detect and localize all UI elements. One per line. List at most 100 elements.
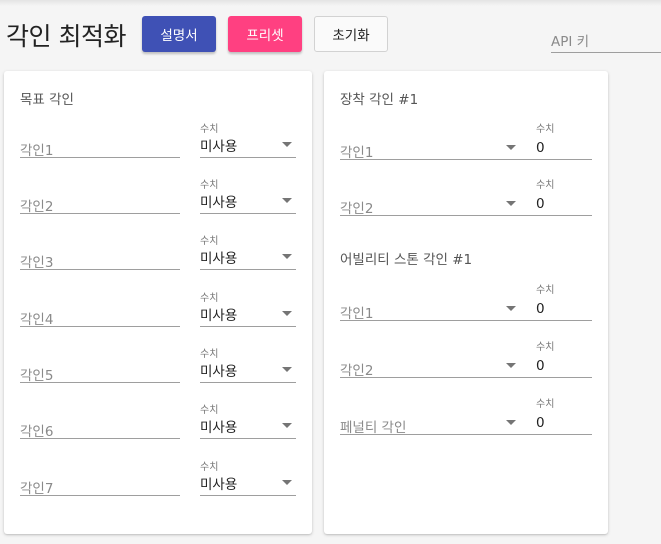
dropdown-arrow-icon — [506, 201, 516, 206]
input-underline — [520, 215, 592, 216]
equipped-engraving-card: 장착 각인 #1 각인1 수치 0 각인2 수치 0 어빌리티 스톤 각인 #1… — [324, 71, 608, 534]
dropdown-arrow-icon — [506, 145, 516, 150]
target-engraving-row-2: 각인2 수치 미사용 — [20, 180, 296, 215]
value-text: 미사용 — [200, 139, 238, 155]
select-underline — [340, 434, 520, 435]
engraving-name-select[interactable] — [340, 186, 520, 216]
select-underline — [200, 382, 296, 383]
target-engraving-title: 목표 각인 — [20, 92, 74, 108]
select-underline — [340, 215, 520, 216]
select-underline — [200, 213, 296, 214]
value-text: 0 — [536, 358, 545, 374]
dropdown-arrow-icon — [506, 420, 516, 425]
value-input[interactable]: 수치 0 — [520, 338, 592, 378]
value-text: 미사용 — [200, 420, 238, 436]
dropdown-arrow-icon — [506, 363, 516, 368]
value-select[interactable]: 수치 미사용 — [200, 458, 296, 496]
reset-button[interactable]: 초기화 — [314, 16, 388, 52]
value-label: 수치 — [200, 405, 219, 416]
value-input[interactable]: 수치 0 — [520, 176, 592, 216]
row-label: 각인6 — [20, 424, 54, 440]
value-input[interactable]: 수치 0 — [520, 281, 592, 321]
value-text: 미사용 — [200, 477, 238, 493]
row-label: 각인5 — [20, 368, 54, 384]
value-text: 미사용 — [200, 251, 238, 267]
dropdown-arrow-icon — [282, 254, 292, 259]
equipped-engraving-title: 장착 각인 #1 — [340, 92, 419, 108]
manual-button[interactable]: 설명서 — [142, 16, 216, 52]
dropdown-arrow-icon — [282, 142, 292, 147]
select-underline — [200, 157, 296, 158]
name-input-underline — [20, 495, 180, 496]
target-engraving-row-4: 각인4 수치 미사용 — [20, 293, 296, 328]
value-label: 수치 — [200, 124, 219, 135]
value-text: 미사용 — [200, 308, 238, 324]
engraving-name-select[interactable] — [340, 348, 520, 378]
input-underline — [520, 377, 592, 378]
page-title: 각인 최적화 — [6, 22, 126, 51]
penalty-engraving-row: 페널티 각인 수치 0 — [340, 399, 592, 436]
name-input-underline — [20, 326, 180, 327]
engraving-name-select[interactable] — [340, 130, 520, 160]
select-underline — [340, 377, 520, 378]
select-underline — [340, 320, 520, 321]
equipped-engraving-row-2: 각인2 수치 0 — [340, 180, 592, 217]
value-select[interactable]: 수치 미사용 — [200, 401, 296, 439]
value-label: 수치 — [200, 349, 219, 360]
api-key-input[interactable]: API 키 — [551, 24, 661, 53]
value-select[interactable]: 수치 미사용 — [200, 289, 296, 327]
target-engraving-row-1: 각인1 수치 미사용 — [20, 124, 296, 159]
value-select[interactable]: 수치 미사용 — [200, 176, 296, 214]
ability-stone-row-1: 각인1 수치 0 — [340, 285, 592, 322]
row-label: 각인7 — [20, 481, 54, 497]
dropdown-arrow-icon — [282, 311, 292, 316]
select-underline — [200, 438, 296, 439]
value-text: 0 — [536, 301, 545, 317]
select-underline — [200, 269, 296, 270]
dropdown-arrow-icon — [506, 306, 516, 311]
select-underline — [200, 495, 296, 496]
value-text: 미사용 — [200, 364, 238, 380]
value-text: 미사용 — [200, 195, 238, 211]
value-input[interactable]: 수치 0 — [520, 120, 592, 160]
target-engraving-row-7: 각인7 수치 미사용 — [20, 462, 296, 497]
ability-stone-title: 어빌리티 스톤 각인 #1 — [340, 252, 473, 268]
name-input-underline — [20, 157, 180, 158]
engraving-name-select[interactable] — [340, 291, 520, 321]
input-underline — [520, 434, 592, 435]
dropdown-arrow-icon — [282, 198, 292, 203]
value-select[interactable]: 수치 미사용 — [200, 232, 296, 270]
value-text: 0 — [536, 415, 545, 431]
value-select[interactable]: 수치 미사용 — [200, 345, 296, 383]
value-label: 수치 — [536, 180, 555, 191]
value-label: 수치 — [200, 236, 219, 247]
value-input[interactable]: 수치 0 — [520, 395, 592, 435]
engraving-name-select[interactable] — [340, 405, 520, 435]
dropdown-arrow-icon — [282, 480, 292, 485]
value-label: 수치 — [536, 124, 555, 135]
row-label: 각인4 — [20, 312, 54, 328]
value-label: 수치 — [200, 293, 219, 304]
row-label: 각인1 — [20, 143, 54, 159]
value-label: 수치 — [200, 462, 219, 473]
ability-stone-row-2: 각인2 수치 0 — [340, 342, 592, 379]
select-underline — [340, 159, 520, 160]
value-select[interactable]: 수치 미사용 — [200, 120, 296, 158]
value-label: 수치 — [536, 285, 555, 296]
target-engraving-card: 목표 각인 각인1 수치 미사용 각인2 수치 미사용 각인3 수치 미사용 각… — [4, 71, 312, 534]
dropdown-arrow-icon — [282, 423, 292, 428]
target-engraving-row-6: 각인6 수치 미사용 — [20, 405, 296, 440]
value-label: 수치 — [536, 342, 555, 353]
row-label: 각인3 — [20, 255, 54, 271]
name-input-underline — [20, 382, 180, 383]
row-label: 각인2 — [20, 199, 54, 215]
name-input-underline — [20, 269, 180, 270]
value-label: 수치 — [536, 399, 555, 410]
value-text: 0 — [536, 196, 545, 212]
target-engraving-row-5: 각인5 수치 미사용 — [20, 349, 296, 384]
preset-button[interactable]: 프리셋 — [228, 16, 302, 52]
target-engraving-row-3: 각인3 수치 미사용 — [20, 236, 296, 271]
select-underline — [200, 326, 296, 327]
api-key-label: API 키 — [551, 34, 590, 50]
name-input-underline — [20, 438, 180, 439]
